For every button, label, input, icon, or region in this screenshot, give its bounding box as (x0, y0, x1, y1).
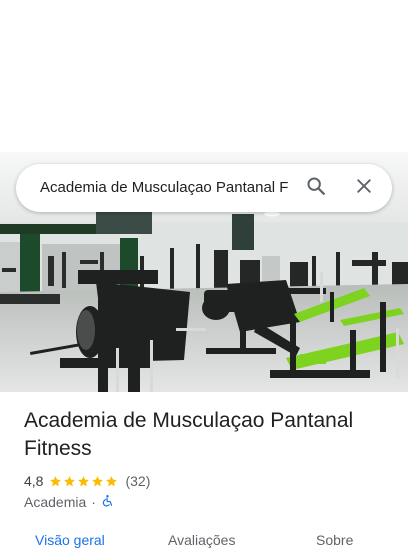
star-icon (50, 475, 62, 486)
category-row: Academia · (24, 492, 114, 512)
star-icon (78, 475, 90, 486)
wheelchair-accessible-icon (101, 494, 114, 511)
search-input[interactable]: Academia de Musculaçao Pantanal F (40, 164, 302, 212)
rating-row[interactable]: 4,8 (32) (24, 471, 150, 491)
place-tabs: Visão geral Avaliações Sobre (0, 526, 408, 556)
clear-search-button[interactable] (348, 172, 380, 204)
star-icon (106, 475, 118, 486)
tab-reviews[interactable]: Avaliações (168, 532, 235, 548)
rating-value: 4,8 (24, 473, 44, 489)
search-bar[interactable]: Academia de Musculaçao Pantanal F (16, 164, 392, 212)
star-icon (64, 475, 76, 486)
place-category: Academia (24, 494, 87, 510)
search-button[interactable] (300, 172, 332, 204)
review-count[interactable]: (32) (125, 473, 150, 489)
close-icon (354, 176, 374, 201)
search-icon (305, 175, 327, 202)
separator-dot: · (91, 494, 96, 510)
star-rating (49, 475, 119, 488)
place-title: Academia de Musculaçao Pantanal Fitness (24, 409, 354, 460)
star-icon (92, 475, 104, 486)
tab-about[interactable]: Sobre (316, 532, 353, 548)
tab-overview[interactable]: Visão geral (35, 532, 105, 548)
